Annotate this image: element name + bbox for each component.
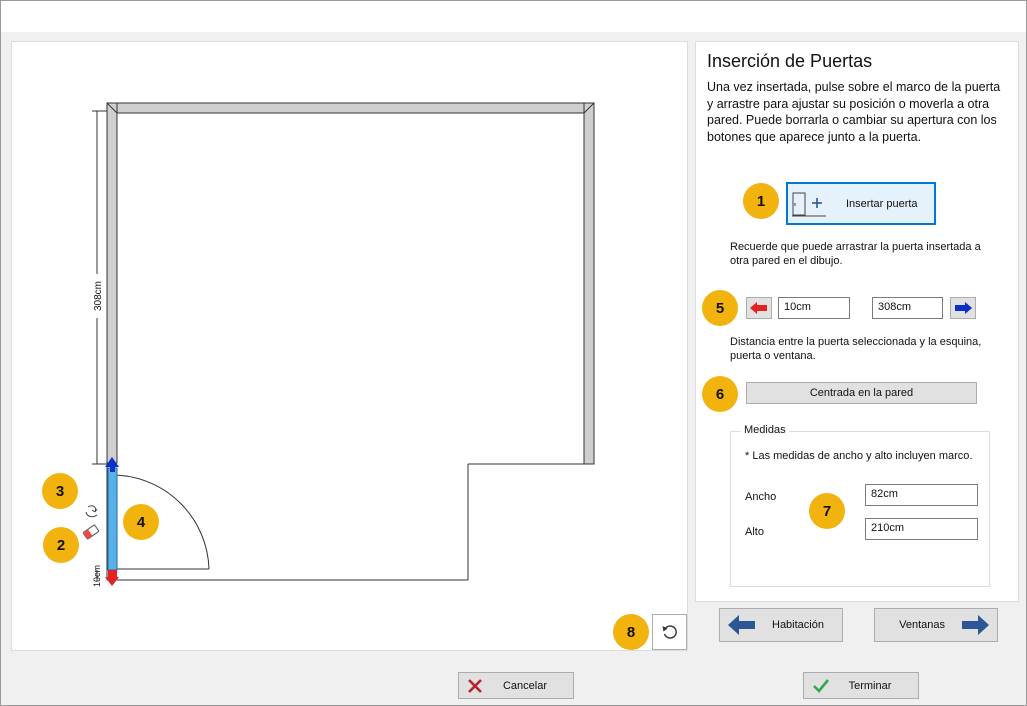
wall-left[interactable]: [106, 102, 118, 464]
cancel-label: Cancelar: [502, 679, 548, 692]
badge-3: 3: [42, 473, 78, 509]
finish-label: Terminar: [848, 679, 892, 692]
back-room-label: Habitación: [772, 619, 824, 631]
next-windows-label: Ventanas: [899, 619, 945, 631]
undo-icon: [662, 625, 677, 639]
next-windows-button[interactable]: Ventanas: [874, 608, 998, 642]
move-right-button[interactable]: [950, 297, 976, 319]
measures-note: * Las medidas de ancho y alto incluyen m…: [745, 450, 973, 462]
height-input[interactable]: 210cm: [865, 518, 978, 540]
door-bottom-arrow-icon[interactable]: [105, 577, 119, 586]
panel-description: Una vez insertada, pulse sobre el marco …: [707, 80, 1001, 144]
measures-legend: Medidas: [741, 424, 789, 436]
center-on-wall-button[interactable]: Centrada en la pared: [746, 382, 977, 404]
badge-7: 7: [809, 493, 845, 529]
wall-right[interactable]: [583, 102, 595, 465]
door-plus-icon: [792, 189, 826, 219]
left-distance-input[interactable]: 10cm: [778, 297, 850, 319]
badge-5: 5: [702, 290, 738, 326]
badge-1: 1: [743, 183, 779, 219]
badge-4: 4: [123, 504, 159, 540]
undo-button[interactable]: [652, 614, 687, 650]
title-bar: [1, 1, 1026, 32]
badge-2: 2: [43, 527, 79, 563]
window: 308cm 10cm 3 4 2 8 Inserción de Puertas …: [0, 0, 1027, 706]
badge-6: 6: [702, 376, 738, 412]
floor-plan[interactable]: 308cm 10cm: [12, 42, 689, 652]
next-arrow-icon: [962, 615, 989, 635]
red-left-arrow-icon: [750, 302, 767, 314]
blue-right-arrow-icon: [955, 302, 972, 314]
drawing-canvas[interactable]: 308cm 10cm: [11, 41, 688, 651]
measures-group: Medidas * Las medidas de ancho y alto in…: [730, 424, 990, 587]
back-arrow-icon: [728, 615, 755, 635]
dimension-label-door: 10cm: [92, 565, 102, 587]
width-label: Ancho: [745, 491, 777, 503]
move-left-button[interactable]: [746, 297, 772, 319]
door-frame[interactable]: [107, 467, 118, 571]
insert-door-button[interactable]: Insertar puerta: [786, 182, 936, 225]
navigation-area: Habitación Ventanas: [695, 601, 1019, 651]
insert-door-label: Insertar puerta: [846, 197, 918, 210]
cancel-button[interactable]: Cancelar: [458, 672, 574, 699]
green-check-icon: [813, 679, 830, 693]
red-x-icon: [468, 679, 482, 693]
height-label: Alto: [745, 526, 764, 538]
finish-button[interactable]: Terminar: [803, 672, 919, 699]
back-room-button[interactable]: Habitación: [719, 608, 843, 642]
panel-title: Inserción de Puertas: [707, 51, 873, 71]
drag-hint: Recuerde que puede arrastrar la puerta i…: [730, 241, 981, 267]
distance-hint: Distancia entre la puerta seleccionada y…: [730, 336, 982, 362]
wall-top[interactable]: [106, 102, 595, 114]
width-input[interactable]: 82cm: [865, 484, 978, 506]
eraser-icon[interactable]: [82, 524, 100, 540]
dimension-label-wall: 308cm: [93, 281, 104, 311]
badge-8: 8: [613, 614, 649, 650]
flip-door-icon[interactable]: [85, 505, 98, 518]
right-distance-input[interactable]: 308cm: [872, 297, 943, 319]
door-panel: Inserción de Puertas Una vez insertada, …: [695, 41, 1019, 651]
